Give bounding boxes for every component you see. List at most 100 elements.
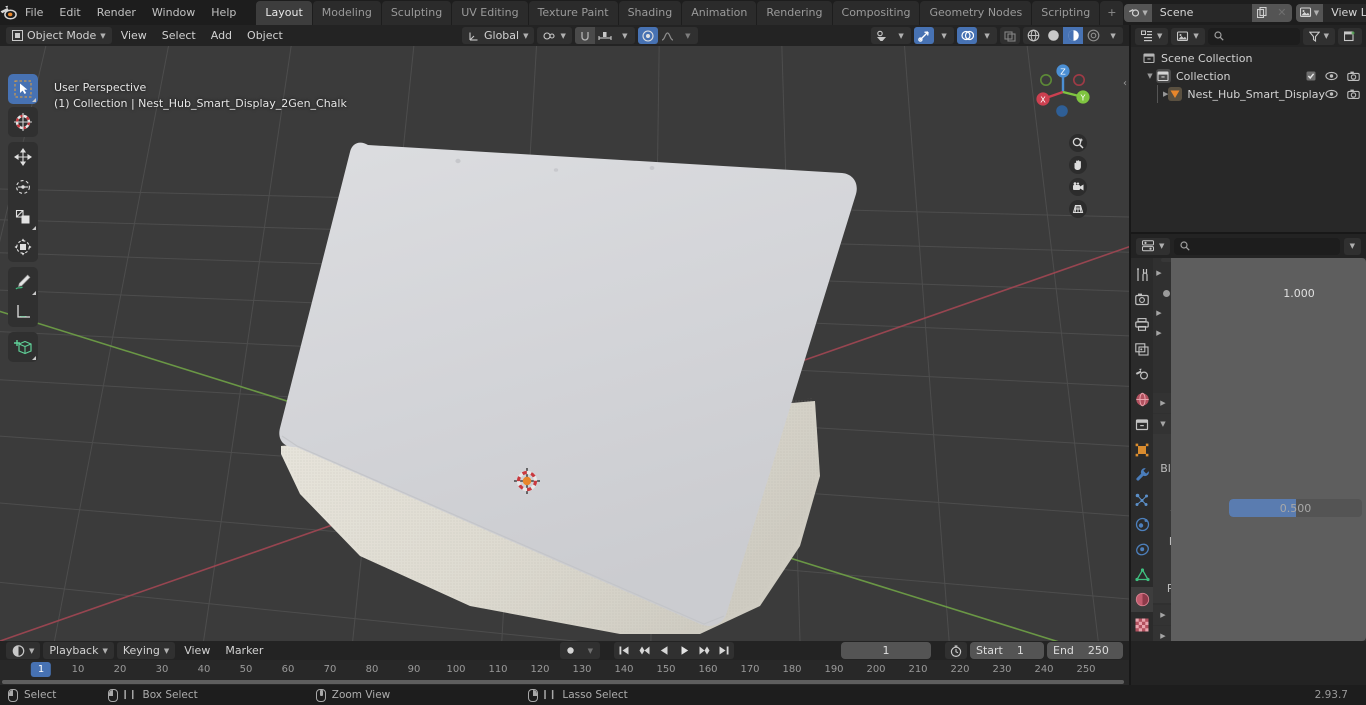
ortho-persp-icon[interactable]: [1069, 200, 1087, 218]
proportional-editing-toggle[interactable]: [637, 27, 658, 44]
unlink-scene-button[interactable]: ✕: [1271, 3, 1292, 22]
clip-threshold-slider[interactable]: 0.500: [1229, 499, 1362, 517]
scene-tab[interactable]: [1131, 362, 1153, 387]
render-camera-tab[interactable]: [1131, 287, 1153, 312]
scale-tool[interactable]: [8, 202, 38, 232]
snap-toggle-button[interactable]: [574, 27, 595, 44]
menu-help[interactable]: Help: [203, 3, 244, 22]
view-layer-selector[interactable]: ▼ View Layer ✕: [1295, 3, 1366, 22]
play-icon[interactable]: [674, 642, 694, 659]
view-layer-images-tab[interactable]: [1131, 337, 1153, 362]
workspace-tab-scripting[interactable]: Scripting: [1032, 1, 1100, 25]
scene-selector[interactable]: ▼ Scene ✕: [1124, 3, 1292, 22]
collection-box-tab[interactable]: [1131, 412, 1153, 437]
outliner-display-mode-selector[interactable]: ▼: [1135, 27, 1169, 45]
pan-hand-icon[interactable]: [1069, 156, 1087, 174]
workspace-tab-texture-paint[interactable]: Texture Paint: [528, 1, 618, 25]
outliner-filter-scene-selector[interactable]: ▼: [1171, 27, 1205, 45]
navigation-gizmo[interactable]: Z X Y: [1029, 58, 1097, 126]
add-cube-tool[interactable]: [8, 332, 38, 362]
constraints-tab[interactable]: [1131, 537, 1153, 562]
object-square-tab[interactable]: [1131, 437, 1153, 462]
checkbox-icon[interactable]: [1306, 71, 1316, 81]
rotate-tool[interactable]: [8, 172, 38, 202]
menu-window[interactable]: Window: [144, 3, 203, 22]
end-frame-field[interactable]: End 250: [1047, 642, 1123, 659]
falloff-curve-icon[interactable]: [658, 27, 678, 44]
snap-options-chevron[interactable]: ▼: [615, 27, 635, 44]
timeline-menu-view[interactable]: View: [178, 642, 216, 659]
panel-expand-triangle[interactable]: ▼: [1157, 420, 1169, 428]
show-gizmo-toggle[interactable]: [914, 27, 935, 44]
properties-options-chevron[interactable]: ▼: [1343, 237, 1361, 255]
workspace-tab-add[interactable]: +: [1100, 1, 1124, 25]
outliner-row-nest-hub-smart-display[interactable]: ▶ Nest_Hub_Smart_Display: [1131, 85, 1366, 103]
auto-keying-chevron[interactable]: ▼: [580, 642, 600, 659]
outliner-row-scene-collection[interactable]: Scene Collection: [1131, 49, 1366, 67]
timeline-playhead[interactable]: 1: [30, 662, 52, 677]
pivot-point-selector[interactable]: ▼: [537, 27, 572, 44]
workspace-tab-compositing[interactable]: Compositing: [832, 1, 920, 25]
start-frame-field[interactable]: Start 1: [970, 642, 1044, 659]
shading-material-preview-button[interactable]: [1063, 27, 1084, 44]
scene-name[interactable]: Scene: [1151, 3, 1252, 22]
auto-keyframe-toggle[interactable]: [560, 642, 580, 659]
outliner[interactable]: Scene Collection ▼ Collection ▶ Nest_Hub…: [1131, 47, 1366, 232]
viewport-sidebar-collapse-icon[interactable]: ‹: [1123, 78, 1127, 89]
outliner-search-input[interactable]: [1207, 27, 1300, 45]
menu-file[interactable]: File: [17, 3, 51, 22]
particles-tab[interactable]: [1131, 487, 1153, 512]
timeline-horizontal-scrollbar[interactable]: [2, 680, 1124, 684]
jump-start-icon[interactable]: [614, 642, 634, 659]
tweak-select-tool[interactable]: [8, 74, 38, 104]
gizmo-chevron[interactable]: ▼: [934, 27, 954, 44]
current-frame-field[interactable]: 1: [841, 642, 931, 659]
timeline-ruler[interactable]: 10 20 30 40 50 60 70 80 90 100 110 120 1…: [0, 660, 1129, 685]
outliner-filter-button[interactable]: ▼: [1302, 27, 1335, 45]
timeline-menu-marker[interactable]: Marker: [219, 642, 269, 659]
timeline-menu-keying[interactable]: Keying ▼: [116, 642, 176, 659]
tool-tab[interactable]: [1131, 262, 1153, 287]
workspace-tab-geometry-nodes[interactable]: Geometry Nodes: [920, 1, 1032, 25]
zoom-icon[interactable]: [1069, 134, 1087, 152]
camera-icon[interactable]: [1347, 89, 1360, 99]
cursor-tool[interactable]: [8, 107, 38, 137]
properties-editor-type-selector[interactable]: ▼: [1136, 237, 1171, 255]
mesh-data-tab[interactable]: [1131, 562, 1153, 587]
shading-chevron[interactable]: ▼: [1103, 27, 1123, 44]
prev-keyframe-icon[interactable]: [634, 642, 654, 659]
move-tool[interactable]: [8, 142, 38, 172]
workspace-tab-shading[interactable]: Shading: [618, 1, 682, 25]
new-collection-button[interactable]: [1338, 27, 1362, 45]
camera-icon[interactable]: [1347, 71, 1360, 81]
shading-solid-button[interactable]: [1043, 27, 1063, 44]
transform-tool[interactable]: [8, 232, 38, 262]
viewport-menu-select[interactable]: Select: [156, 27, 202, 44]
camera-icon[interactable]: [1069, 178, 1087, 196]
properties-search-input[interactable]: [1174, 237, 1340, 255]
world-globe-tab[interactable]: [1131, 387, 1153, 412]
shading-rendered-button[interactable]: [1083, 27, 1103, 44]
workspace-tab-layout[interactable]: Layout: [256, 1, 312, 25]
transform-orientation-selector[interactable]: Global ▼: [462, 27, 535, 44]
show-overlays-toggle[interactable]: [957, 27, 978, 44]
expand-triangle[interactable]: ▼: [1144, 72, 1156, 80]
eye-icon[interactable]: [1325, 89, 1338, 99]
workspace-tab-sculpting[interactable]: Sculpting: [381, 1, 452, 25]
expand-triangle[interactable]: ▶: [1153, 269, 1165, 277]
expand-triangle[interactable]: ▶: [1153, 329, 1165, 337]
view-layer-name[interactable]: View Layer: [1323, 3, 1366, 22]
next-keyframe-icon[interactable]: [694, 642, 714, 659]
workspace-tab-modeling[interactable]: Modeling: [312, 1, 381, 25]
workspace-tab-uv-editing[interactable]: UV Editing: [452, 1, 528, 25]
workspace-tab-animation[interactable]: Animation: [682, 1, 757, 25]
new-scene-button[interactable]: [1251, 3, 1272, 22]
toggle-xray-button[interactable]: [1000, 27, 1020, 44]
physics-orbit-tab[interactable]: [1131, 512, 1153, 537]
blender-logo-icon[interactable]: [0, 0, 17, 25]
texture-checker-tab[interactable]: [1131, 612, 1153, 637]
menu-edit[interactable]: Edit: [51, 3, 88, 22]
eye-icon[interactable]: [1325, 71, 1338, 81]
expand-triangle[interactable]: ▶: [1153, 309, 1165, 317]
prop-value-emission-strength[interactable]: 1.000: [1163, 258, 1366, 641]
